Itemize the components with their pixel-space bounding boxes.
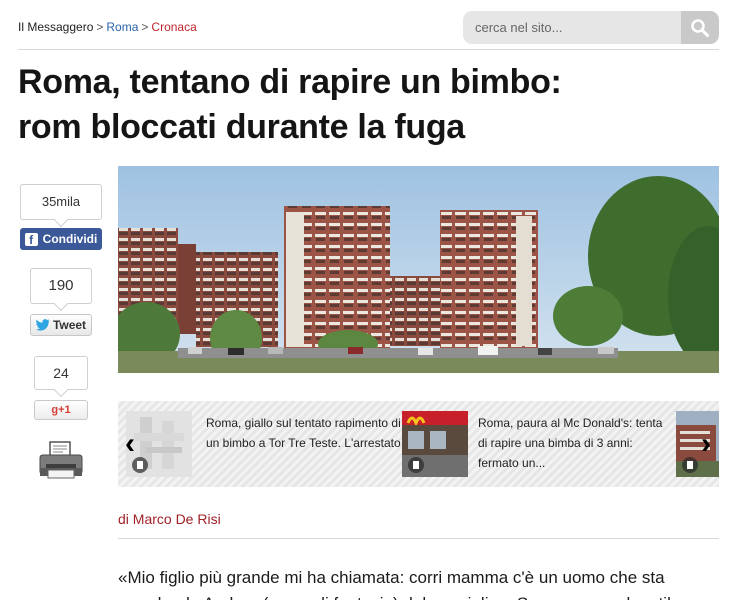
facebook-share-button[interactable]: f Condividi <box>20 228 102 250</box>
article-headline: Roma, tentano di rapire un bimbo: rom bl… <box>18 60 718 150</box>
search-icon <box>691 18 710 37</box>
twitter-bird-icon <box>35 319 50 331</box>
related-articles-carousel: Roma, giallo sul tentato rapimento di un… <box>118 401 719 487</box>
carousel-prev-button[interactable]: ‹ <box>118 427 144 460</box>
breadcrumb: Il Messaggero > Roma > Cronaca <box>18 20 197 34</box>
tweet-label: Tweet <box>52 318 87 332</box>
related-article-item[interactable]: Roma, paura al Mc Donald's: tenta di rap… <box>402 411 702 477</box>
article-hero-photo <box>118 166 719 373</box>
twitter-share-count: 190 <box>30 268 92 304</box>
gplus-share-count: 24 <box>34 356 88 390</box>
facebook-share-count: 35mila <box>20 184 102 220</box>
facebook-icon: f <box>24 232 38 247</box>
related-article-title: Roma, giallo sul tentato rapimento di un… <box>206 416 401 450</box>
breadcrumb-separator: > <box>141 20 149 34</box>
breadcrumb-separator: > <box>96 20 104 34</box>
article-type-icon <box>408 457 424 473</box>
breadcrumb-site-link[interactable]: Il Messaggero <box>18 20 93 34</box>
related-article-item[interactable]: Roma, giallo sul tentato rapimento di un… <box>126 411 401 477</box>
body-line: «Mio figlio più grande mi ha chiamata: c… <box>118 568 665 587</box>
chevron-left-icon: ‹ <box>125 427 135 460</box>
printer-icon[interactable] <box>38 440 84 480</box>
breadcrumb-section-link[interactable]: Roma <box>106 20 138 34</box>
carousel-next-button[interactable]: › <box>692 427 719 460</box>
gplus-button[interactable]: g+1 <box>34 400 88 420</box>
related-article-title: Roma, paura al Mc Donald's: tenta di rap… <box>478 416 663 470</box>
tweet-button[interactable]: Tweet <box>30 314 92 336</box>
headline-line-2: rom bloccati durante la fuga <box>18 108 465 146</box>
facebook-share-label: Condividi <box>42 232 98 246</box>
breadcrumb-subsection-link[interactable]: Cronaca <box>151 20 196 34</box>
search-input[interactable] <box>463 11 681 44</box>
headline-line-1: Roma, tentano di rapire un bimbo: <box>18 63 562 101</box>
article-body: «Mio figlio più grande mi ha chiamata: c… <box>118 565 718 600</box>
chevron-right-icon: › <box>701 427 711 460</box>
article-author[interactable]: di Marco De Risi <box>118 511 221 527</box>
body-line: prendendo Andrea (nome di fantasia) dal … <box>118 591 718 600</box>
search-button[interactable] <box>681 11 719 44</box>
author-divider <box>118 538 719 539</box>
site-search <box>463 11 719 44</box>
header-divider <box>18 49 719 50</box>
